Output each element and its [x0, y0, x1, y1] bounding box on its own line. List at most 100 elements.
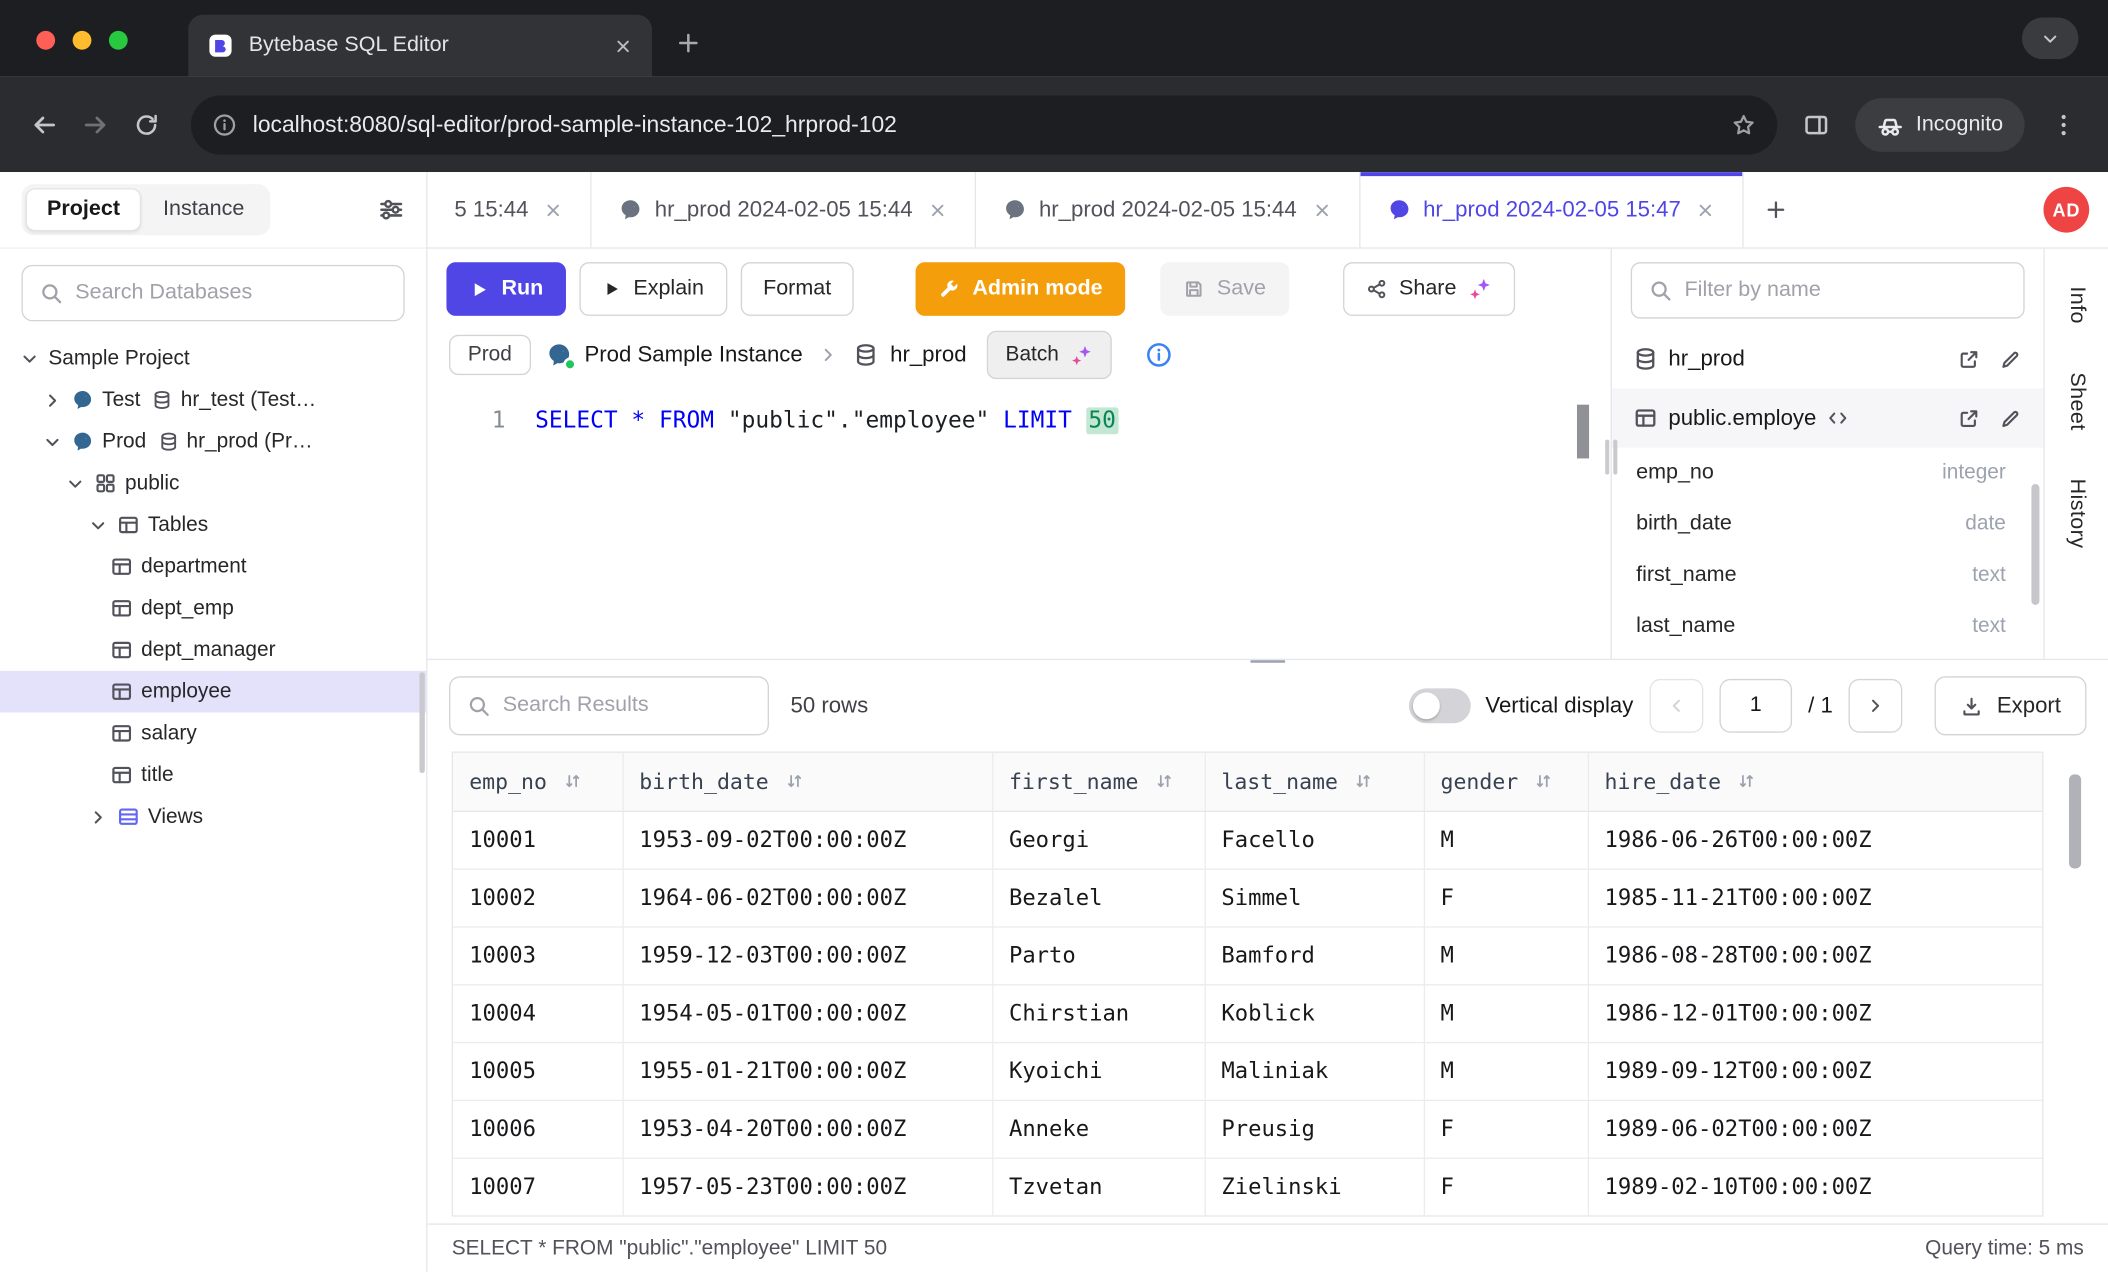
cell[interactable]: Parto — [992, 926, 1204, 984]
cell[interactable]: 10004 — [453, 984, 622, 1042]
cell[interactable]: Bamford — [1205, 926, 1424, 984]
schema-panel-scrollbar[interactable] — [2031, 484, 2039, 605]
query-tab[interactable]: 5 15:44 — [428, 172, 592, 247]
sort-icon[interactable] — [563, 772, 582, 791]
tree-item-dept-manager[interactable]: dept_manager — [0, 629, 426, 671]
browser-menu-button[interactable] — [2038, 99, 2089, 150]
chevron-right-icon[interactable] — [42, 389, 64, 411]
cell[interactable]: 10005 — [453, 1042, 622, 1100]
results-scrollbar[interactable] — [2069, 774, 2081, 868]
page-number-input[interactable] — [1719, 679, 1792, 733]
tree-item-salary[interactable]: salary — [0, 713, 426, 755]
tree-item-dept-emp[interactable]: dept_emp — [0, 587, 426, 629]
bookmark-star-icon[interactable] — [1732, 112, 1756, 136]
url-text[interactable]: localhost:8080/sql-editor/prod-sample-in… — [253, 111, 1716, 138]
cell[interactable]: Maliniak — [1205, 1042, 1424, 1100]
cell[interactable]: 1986-08-28T00:00:00Z — [1588, 926, 2042, 984]
sort-icon[interactable] — [1354, 772, 1373, 791]
tab-project[interactable]: Project — [26, 188, 142, 231]
column-header-first_name[interactable]: first_name — [992, 753, 1204, 811]
query-tab[interactable]: hr_prod 2024-02-05 15:44 — [592, 172, 976, 247]
edit-icon[interactable] — [1999, 348, 2022, 371]
cell[interactable]: 1989-09-12T00:00:00Z — [1588, 1042, 2042, 1100]
tree-item-department[interactable]: department — [0, 546, 426, 588]
tab-instance[interactable]: Instance — [141, 188, 265, 231]
cell[interactable]: M — [1424, 926, 1588, 984]
cell[interactable]: Kyoichi — [992, 1042, 1204, 1100]
tab-info[interactable]: Info — [2064, 286, 2088, 323]
url-bar[interactable]: localhost:8080/sql-editor/prod-sample-in… — [191, 95, 1777, 154]
column-row-first_name[interactable]: first_nametext — [1612, 550, 2044, 601]
cell[interactable]: M — [1424, 984, 1588, 1042]
sort-icon[interactable] — [1737, 772, 1756, 791]
sql-editor[interactable]: 1 SELECT * FROM "public"."employee" LIMI… — [428, 391, 1611, 659]
cell[interactable]: M — [1424, 1042, 1588, 1100]
cell[interactable]: F — [1424, 1100, 1588, 1158]
cell[interactable]: 10003 — [453, 926, 622, 984]
tree-item-views[interactable]: Views — [0, 796, 426, 838]
window-close-button[interactable] — [36, 31, 55, 50]
column-row-emp_no[interactable]: emp_nointeger — [1612, 448, 2044, 499]
cell[interactable]: Preusig — [1205, 1100, 1424, 1158]
cell[interactable]: Anneke — [992, 1100, 1204, 1158]
close-tab-icon[interactable] — [1696, 200, 1716, 220]
add-query-tab-button[interactable] — [1744, 172, 1809, 247]
tree-item-test[interactable]: Testhr_test (Test… — [0, 379, 426, 421]
editor-scrollbar[interactable] — [1577, 405, 1589, 459]
cell[interactable]: 1954-05-01T00:00:00Z — [622, 984, 992, 1042]
cell[interactable]: F — [1424, 1158, 1588, 1216]
cell[interactable]: 1953-09-02T00:00:00Z — [622, 811, 992, 869]
cell[interactable]: 1959-12-03T00:00:00Z — [622, 926, 992, 984]
chevron-down-icon[interactable] — [87, 514, 109, 536]
results-resize-handle[interactable] — [1250, 659, 1285, 663]
info-icon[interactable] — [1145, 341, 1172, 368]
forward-button[interactable] — [70, 99, 121, 150]
next-page-button[interactable] — [1849, 679, 1903, 733]
tab-sheet[interactable]: Sheet — [2064, 372, 2088, 430]
sort-icon[interactable] — [785, 772, 804, 791]
side-panel-button[interactable] — [1791, 99, 1842, 150]
sidebar-scrollbar[interactable] — [419, 672, 424, 773]
cell[interactable]: Koblick — [1205, 984, 1424, 1042]
sort-icon[interactable] — [1155, 772, 1174, 791]
column-row-last_name[interactable]: last_nametext — [1612, 601, 2044, 652]
cell[interactable]: 1985-11-21T00:00:00Z — [1588, 868, 2042, 926]
cell[interactable]: Tzvetan — [992, 1158, 1204, 1216]
filter-settings-icon[interactable] — [378, 196, 405, 223]
export-button[interactable]: Export — [1935, 676, 2086, 735]
database-breadcrumb[interactable]: hr_prod — [854, 342, 967, 368]
tab-search-button[interactable] — [2022, 17, 2078, 59]
instance-breadcrumb[interactable]: Prod Sample Instance — [545, 341, 802, 368]
cell[interactable]: 1964-06-02T00:00:00Z — [622, 868, 992, 926]
cell[interactable]: 1986-12-01T00:00:00Z — [1588, 984, 2042, 1042]
environment-chip[interactable]: Prod — [449, 335, 531, 375]
cell[interactable]: 1953-04-20T00:00:00Z — [622, 1100, 992, 1158]
query-tab-active[interactable]: hr_prod 2024-02-05 15:47 — [1360, 172, 1744, 247]
sort-icon[interactable] — [1534, 772, 1553, 791]
cell[interactable]: 1957-05-23T00:00:00Z — [622, 1158, 992, 1216]
tree-item-employee[interactable]: employee — [0, 671, 426, 713]
explain-button[interactable]: Explain — [580, 262, 727, 316]
column-row-birth_date[interactable]: birth_datedate — [1612, 499, 2044, 550]
cell[interactable]: M — [1424, 811, 1588, 869]
cell[interactable]: 1986-06-26T00:00:00Z — [1588, 811, 2042, 869]
reload-button[interactable] — [121, 99, 172, 150]
column-header-birth_date[interactable]: birth_date — [622, 753, 992, 811]
external-link-icon[interactable] — [1957, 348, 1980, 371]
cell[interactable]: F — [1424, 868, 1588, 926]
window-zoom-button[interactable] — [109, 31, 128, 50]
browser-tab[interactable]: Bytebase SQL Editor — [188, 15, 652, 77]
cell[interactable]: Zielinski — [1205, 1158, 1424, 1216]
save-button[interactable]: Save — [1160, 262, 1288, 316]
vertical-display-toggle[interactable] — [1409, 688, 1471, 723]
back-button[interactable] — [19, 99, 70, 150]
batch-button[interactable]: Batch — [987, 331, 1112, 379]
column-header-gender[interactable]: gender — [1424, 753, 1588, 811]
chevron-down-icon[interactable] — [42, 431, 64, 453]
query-tab[interactable]: hr_prod 2024-02-05 15:44 — [976, 172, 1360, 247]
cell[interactable]: Chirstian — [992, 984, 1204, 1042]
cell[interactable]: 10001 — [453, 811, 622, 869]
filter-by-name-input[interactable] — [1685, 278, 2008, 302]
run-button[interactable]: Run — [446, 262, 566, 316]
column-header-emp_no[interactable]: emp_no — [453, 753, 622, 811]
